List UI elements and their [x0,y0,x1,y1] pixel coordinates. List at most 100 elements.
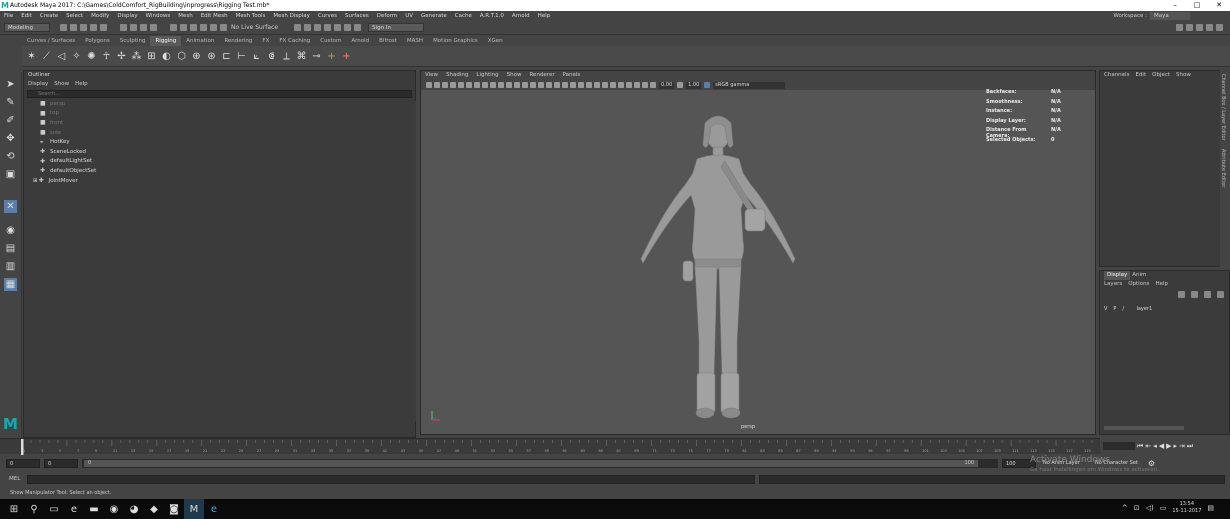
render-settings-icon[interactable] [323,24,331,31]
image-plane-icon[interactable] [450,82,456,88]
select-camera-icon[interactable] [426,82,432,88]
menu-set-dropdown[interactable]: Modeling [4,23,50,32]
command-language-label[interactable]: MEL [9,476,27,482]
skeleton-icon[interactable]: ✢ [116,50,128,62]
chrome-icon[interactable]: ◉ [104,499,124,519]
gamma-icon[interactable] [677,82,684,88]
snap-view-plane-icon[interactable] [209,24,217,31]
viewport-menu-show[interactable]: Show [507,71,522,80]
bookmarks-icon[interactable] [442,82,448,88]
shelf-tab-curves-surfaces[interactable]: Curves / Surfaces [22,36,80,46]
ik-spline-icon[interactable]: ◁ [56,50,68,62]
redo-icon[interactable] [99,24,107,31]
play-backwards-icon[interactable]: ◀ [1159,442,1164,450]
app-icon[interactable]: ◆ [144,499,164,519]
current-time-marker[interactable] [21,439,24,455]
outliner-menu-display[interactable]: Display [28,80,48,89]
snap-point-icon[interactable] [189,24,197,31]
safe-title-icon[interactable] [522,82,528,88]
film-gate-icon[interactable] [482,82,488,88]
insert-joint-icon[interactable]: ✧ [71,50,83,62]
default-material-icon[interactable] [546,82,552,88]
outliner-item[interactable]: ✚ defaultLightSet [24,157,415,167]
wrap-icon[interactable]: ⊕ [191,50,203,62]
go-to-end-icon[interactable]: ⏭ [1187,442,1193,451]
step-forward-frame-icon[interactable]: ▸ [1173,442,1177,450]
shelf-tab-fx[interactable]: FX [257,36,274,46]
menu-help[interactable]: Help [538,13,551,19]
tray-chevron-icon[interactable]: ^ [1122,504,1128,512]
lock-selection-icon[interactable] [149,24,157,31]
shelf-tab-xgen[interactable]: XGen [483,36,508,46]
exposure-icon[interactable] [650,82,656,88]
menu-create[interactable]: Create [40,13,58,19]
current-frame-field[interactable] [1103,442,1135,450]
new-layer-icon[interactable] [1203,291,1211,298]
ipr-render-icon[interactable] [313,24,321,31]
scale-tool-icon[interactable]: ▣ [4,168,17,181]
color-space-dropdown[interactable]: sRGB gamma [713,81,786,89]
undo-icon[interactable] [89,24,97,31]
pause-render-icon[interactable] [353,24,361,31]
2d-pan-zoom-icon[interactable] [458,82,464,88]
smooth-shade-icon[interactable] [538,82,544,88]
select-object-icon[interactable] [129,24,137,31]
step-back-frame-icon[interactable]: ◂ [1153,442,1157,450]
menu-file[interactable]: File [4,13,13,19]
four-view-layout-icon[interactable]: ▤ [4,242,17,255]
menu-edit[interactable]: Edit [21,13,32,19]
task-view-icon[interactable]: ▭ [44,499,64,519]
anti-aliasing-icon[interactable] [602,82,608,88]
attribute-editor-tab[interactable]: Attribute Editor [1220,149,1226,187]
shelf-tab-sculpting[interactable]: Sculpting [115,36,151,46]
lasso-tool-icon[interactable]: ✎ [4,96,17,109]
resolution-gate-icon[interactable] [490,82,496,88]
settings-icon[interactable] [1185,24,1193,31]
discord-icon[interactable]: ◙ [164,499,184,519]
shelf-tab-animation[interactable]: Animation [181,36,219,46]
outliner-menu-help[interactable]: Help [75,80,88,89]
rotate-tool-icon[interactable]: ⟲ [4,150,17,163]
snap-curve-icon[interactable] [179,24,187,31]
attribute-editor-toggle-icon[interactable] [1205,24,1213,31]
layout-icon[interactable] [1175,24,1183,31]
xray-icon[interactable] [626,82,632,88]
point-constraint-icon[interactable]: ⊏ [221,50,233,62]
animation-start-field[interactable]: 0 [6,458,40,468]
hypershade-icon[interactable] [333,24,341,31]
options-menu[interactable]: Options [1128,280,1149,289]
help-menu[interactable]: Help [1155,280,1168,289]
xray-components-icon[interactable] [642,82,648,88]
scale-constraint-icon[interactable]: ⌘ [296,50,308,62]
menu-mesh[interactable]: Mesh [178,13,192,19]
expand-icon[interactable]: ⊞ [33,178,38,184]
select-tool-icon[interactable]: ➤ [4,78,17,91]
render-view-icon[interactable] [293,24,301,31]
new-scene-icon[interactable] [59,24,67,31]
render-frame-icon[interactable] [303,24,311,31]
depth-of-field-icon[interactable] [610,82,616,88]
notifications-icon[interactable]: ▤ [1207,504,1214,512]
file-explorer-icon[interactable]: ▬ [84,499,104,519]
shelf-tab-motion-graphics[interactable]: Motion Graphics [428,36,483,46]
search-icon[interactable]: ⚲ [24,499,44,519]
xray-joints-icon[interactable] [634,82,640,88]
channel-box-tab[interactable]: Channel Box / Layer Editor [1220,74,1226,141]
shadows-icon[interactable] [578,82,584,88]
gamma-field[interactable]: 1.00 [686,81,702,89]
viewport-menu-panels[interactable]: Panels [563,71,581,80]
cluster-icon[interactable]: ◐ [161,50,173,62]
shelf-tab-rigging[interactable]: Rigging [150,36,182,46]
save-scene-icon[interactable] [79,24,87,31]
motion-blur-icon[interactable] [594,82,600,88]
menu-mesh-tools[interactable]: Mesh Tools [236,13,266,19]
network-icon[interactable]: ⊡ [1134,504,1140,512]
ie-icon[interactable]: e [204,499,224,519]
wireframe-icon[interactable] [530,82,536,88]
exposure-field[interactable]: 0.00 [659,81,675,89]
move-layer-up-icon[interactable] [1177,291,1185,298]
gate-mask-icon[interactable] [498,82,504,88]
menu-cache[interactable]: Cache [455,13,472,19]
shelf-tab-arnold[interactable]: Arnold [346,36,374,46]
menu-windows[interactable]: Windows [146,13,171,19]
